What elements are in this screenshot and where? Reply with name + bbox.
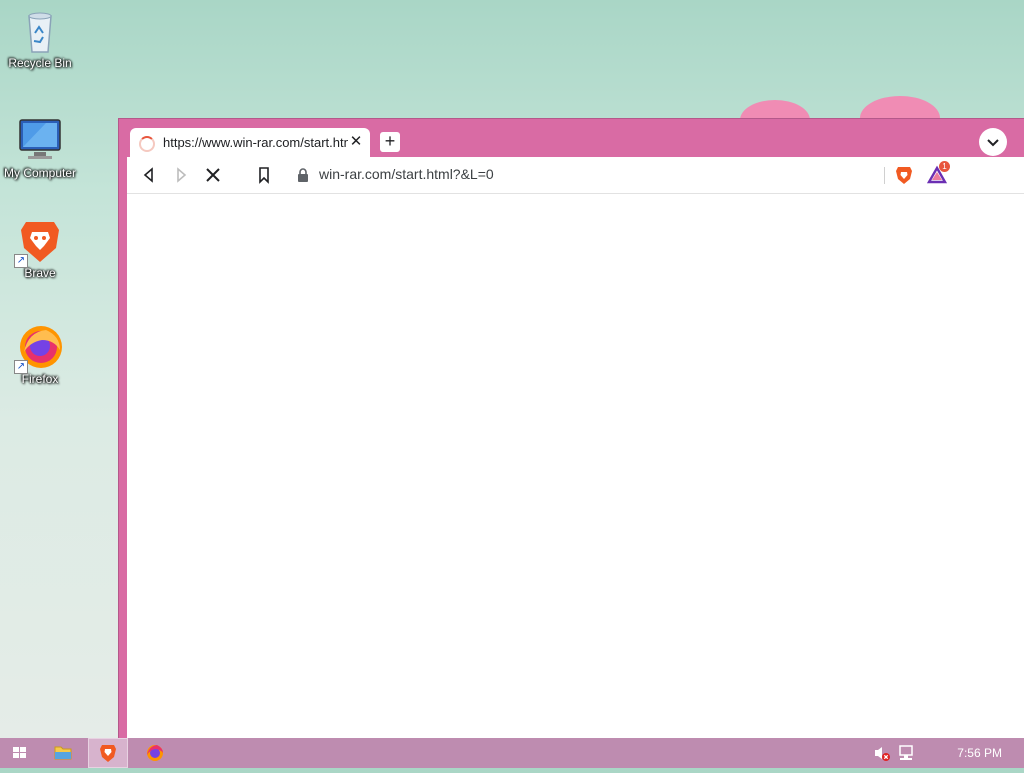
- address-url: win-rar.com/start.html?&L=0: [319, 166, 494, 182]
- brave-icon: [100, 745, 116, 762]
- taskbar-clock[interactable]: 7:56 PM: [957, 746, 1002, 760]
- start-button[interactable]: [0, 738, 40, 768]
- tab-strip: https://www.win-rar.com/start.html?&L=0 …: [119, 119, 1024, 157]
- computer-icon: [16, 116, 64, 164]
- desktop-icon-my-computer[interactable]: My Computer: [0, 116, 80, 180]
- file-explorer-icon: [54, 746, 72, 760]
- shortcut-arrow-icon: ↗: [14, 360, 28, 374]
- desktop-icon-label: Recycle Bin: [8, 56, 72, 70]
- desktop-icon-label: My Computer: [3, 166, 77, 180]
- windows-start-icon: [13, 747, 26, 758]
- chevron-down-icon: [987, 139, 999, 147]
- new-tab-button[interactable]: +: [380, 132, 400, 152]
- desktop-icon-brave[interactable]: ↗ Brave: [0, 216, 80, 280]
- brave-shields-button[interactable]: [892, 163, 916, 187]
- taskbar-firefox[interactable]: [135, 738, 175, 768]
- network-icon: [899, 745, 913, 760]
- lock-icon: [298, 168, 308, 182]
- tab-title: https://www.win-rar.com/start.html?&L=0: [163, 135, 348, 150]
- desktop-icon-label: Brave: [24, 266, 56, 280]
- taskbar-file-explorer[interactable]: [43, 738, 83, 768]
- browser-window: https://www.win-rar.com/start.html?&L=0 …: [118, 118, 1024, 739]
- tab-search-button[interactable]: [979, 128, 1007, 156]
- toolbar-divider: [884, 167, 885, 184]
- shortcut-arrow-icon: ↗: [14, 254, 28, 268]
- recycle-bin-icon: [16, 6, 64, 54]
- brave-rewards-button[interactable]: 1: [925, 161, 950, 187]
- bookmark-button[interactable]: [252, 163, 276, 187]
- loading-spinner-icon: [139, 136, 155, 152]
- volume-tray-button[interactable]: [866, 738, 896, 768]
- tab-close-button[interactable]: ✕: [346, 132, 366, 152]
- desktop-icon-recycle-bin[interactable]: Recycle Bin: [0, 6, 80, 70]
- desktop-icon-firefox[interactable]: ↗ Firefox: [0, 322, 80, 386]
- close-icon: [206, 168, 220, 182]
- forward-button[interactable]: [169, 163, 193, 187]
- page-content[interactable]: [127, 194, 1024, 739]
- bookmark-icon: [259, 167, 269, 184]
- back-button[interactable]: [137, 163, 161, 187]
- firefox-icon: [147, 745, 163, 761]
- taskbar: 7:56 PM: [0, 738, 1024, 768]
- rewards-badge: 1: [939, 161, 950, 172]
- tab-active[interactable]: https://www.win-rar.com/start.html?&L=0 …: [130, 128, 370, 157]
- volume-muted-icon: [875, 747, 890, 761]
- back-arrow-icon: [143, 167, 153, 183]
- address-bar[interactable]: win-rar.com/start.html?&L=0: [287, 161, 887, 189]
- taskbar-brave[interactable]: [88, 738, 128, 768]
- forward-arrow-icon: [177, 167, 187, 183]
- stop-loading-button[interactable]: [201, 163, 225, 187]
- navigation-toolbar: win-rar.com/start.html?&L=0 1: [127, 157, 1024, 194]
- brave-shield-icon: [896, 167, 912, 184]
- network-tray-button[interactable]: [894, 738, 920, 768]
- firefox-icon: ↗: [14, 322, 64, 374]
- brave-icon: ↗: [14, 216, 64, 268]
- desktop-icon-label: Firefox: [21, 372, 59, 386]
